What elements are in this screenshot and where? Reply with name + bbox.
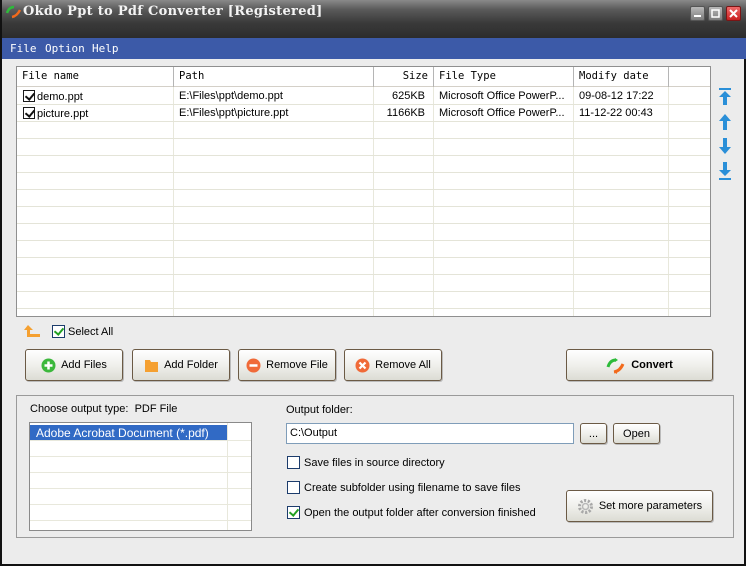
add-files-label: Add Files xyxy=(61,359,107,371)
open-after-conversion-checkbox[interactable] xyxy=(287,506,300,519)
output-type-list[interactable]: Adobe Acrobat Document (*.pdf) xyxy=(29,422,252,531)
file-modify-date: 09-08-12 17:22 xyxy=(579,90,654,102)
file-row[interactable]: demo.ppt E:\Files\ppt\demo.ppt 625KB Mic… xyxy=(17,88,710,105)
empty-row xyxy=(17,241,710,258)
maximize-icon xyxy=(711,9,720,18)
open-after-conversion-label: Open the output folder after conversion … xyxy=(304,507,536,519)
empty-row xyxy=(17,173,710,190)
column-header-path[interactable]: Path xyxy=(174,67,374,87)
maximize-button[interactable] xyxy=(708,6,723,21)
empty-row xyxy=(17,258,710,275)
open-folder-button[interactable]: Open xyxy=(613,423,660,444)
remove-all-button[interactable]: Remove All xyxy=(344,349,442,381)
select-all-label: Select All xyxy=(68,326,114,338)
minimize-button[interactable] xyxy=(690,6,705,21)
move-bottom-icon[interactable] xyxy=(718,162,732,180)
remove-all-label: Remove All xyxy=(375,359,431,371)
file-row-checkbox[interactable] xyxy=(23,107,35,119)
file-type: Microsoft Office PowerP... xyxy=(439,90,565,102)
remove-file-label: Remove File xyxy=(266,359,328,371)
option-open-after-conversion[interactable]: Open the output folder after conversion … xyxy=(287,506,536,519)
convert-icon xyxy=(606,357,625,374)
file-modify-date: 11-12-22 00:43 xyxy=(579,107,653,119)
remove-file-button[interactable]: Remove File xyxy=(238,349,336,381)
move-up-icon[interactable] xyxy=(718,113,732,131)
close-icon xyxy=(729,9,738,18)
empty-row xyxy=(30,457,251,473)
remove-icon xyxy=(246,358,261,372)
minimize-icon xyxy=(694,15,701,17)
close-button[interactable] xyxy=(726,6,741,21)
file-path: E:\Files\ppt\demo.ppt xyxy=(179,90,283,102)
title-bar[interactable]: Okdo Ppt to Pdf Converter [Registered] xyxy=(2,0,746,38)
file-size: 1166KB xyxy=(386,107,425,119)
open-folder-label: Open xyxy=(623,427,650,440)
add-files-button[interactable]: Add Files xyxy=(25,349,123,381)
empty-row xyxy=(30,489,251,505)
menu-bar: File Option Help xyxy=(2,38,746,59)
browse-button[interactable]: ... xyxy=(580,423,607,444)
menu-option[interactable]: Option xyxy=(45,42,85,55)
gear-icon xyxy=(577,498,593,514)
output-type-value: PDF File xyxy=(134,403,178,415)
output-type-label: Choose output type: PDF File xyxy=(30,403,178,415)
add-folder-label: Add Folder xyxy=(164,359,218,371)
empty-row xyxy=(17,224,710,241)
menu-file[interactable]: File xyxy=(10,42,37,55)
column-header-file-type[interactable]: File Type xyxy=(434,67,574,87)
empty-row xyxy=(17,207,710,224)
go-up-level-icon[interactable] xyxy=(23,324,41,338)
column-header-size[interactable]: Size xyxy=(374,67,434,87)
remove-all-icon xyxy=(355,358,370,372)
select-all-checkbox[interactable] xyxy=(52,325,65,338)
move-down-icon[interactable] xyxy=(718,137,732,155)
output-type-option[interactable]: Adobe Acrobat Document (*.pdf) xyxy=(30,425,251,441)
empty-row xyxy=(17,275,710,292)
empty-row xyxy=(17,156,710,173)
set-more-parameters-button[interactable]: Set more parameters xyxy=(566,490,713,522)
empty-row xyxy=(17,292,710,309)
file-list-header: File name Path Size File Type Modify dat… xyxy=(17,67,710,87)
create-subfolder-checkbox[interactable] xyxy=(287,481,300,494)
select-all[interactable]: Select All xyxy=(52,325,113,338)
column-header-file-name[interactable]: File name xyxy=(17,67,174,87)
add-icon xyxy=(41,358,56,372)
app-logo-icon xyxy=(5,5,22,19)
window-title: Okdo Ppt to Pdf Converter [Registered] xyxy=(23,4,323,19)
add-folder-button[interactable]: Add Folder xyxy=(132,349,230,381)
empty-row xyxy=(17,190,710,207)
file-size: 625KB xyxy=(391,90,425,102)
browse-label: ... xyxy=(588,427,599,440)
empty-row xyxy=(30,505,251,521)
app-window: Okdo Ppt to Pdf Converter [Registered] F… xyxy=(0,0,746,566)
output-folder-input[interactable]: C:\Output xyxy=(286,423,574,444)
file-path: E:\Files\ppt\picture.ppt xyxy=(179,107,289,119)
move-top-icon[interactable] xyxy=(718,88,732,106)
output-folder-label: Output folder: xyxy=(286,404,353,416)
file-row[interactable]: picture.ppt E:\Files\ppt\picture.ppt 116… xyxy=(17,105,710,122)
file-list[interactable]: File name Path Size File Type Modify dat… xyxy=(16,66,711,317)
empty-row xyxy=(17,139,710,156)
convert-label: Convert xyxy=(631,359,673,371)
empty-row xyxy=(30,441,251,457)
save-in-source-label: Save files in source directory xyxy=(304,457,445,469)
empty-row xyxy=(30,473,251,489)
file-type: Microsoft Office PowerP... xyxy=(439,107,565,119)
file-name: demo.ppt xyxy=(37,91,83,103)
convert-button[interactable]: Convert xyxy=(566,349,713,381)
set-more-parameters-label: Set more parameters xyxy=(598,500,703,512)
folder-icon xyxy=(145,359,159,372)
option-create-subfolder[interactable]: Create subfolder using filename to save … xyxy=(287,481,520,494)
menu-help[interactable]: Help xyxy=(92,42,119,55)
save-in-source-checkbox[interactable] xyxy=(287,456,300,469)
file-name: picture.ppt xyxy=(37,108,89,120)
create-subfolder-label: Create subfolder using filename to save … xyxy=(304,482,521,494)
empty-row xyxy=(17,122,710,139)
file-row-checkbox[interactable] xyxy=(23,90,35,102)
option-save-in-source[interactable]: Save files in source directory xyxy=(287,456,445,469)
column-header-modify-date[interactable]: Modify date xyxy=(574,67,669,87)
